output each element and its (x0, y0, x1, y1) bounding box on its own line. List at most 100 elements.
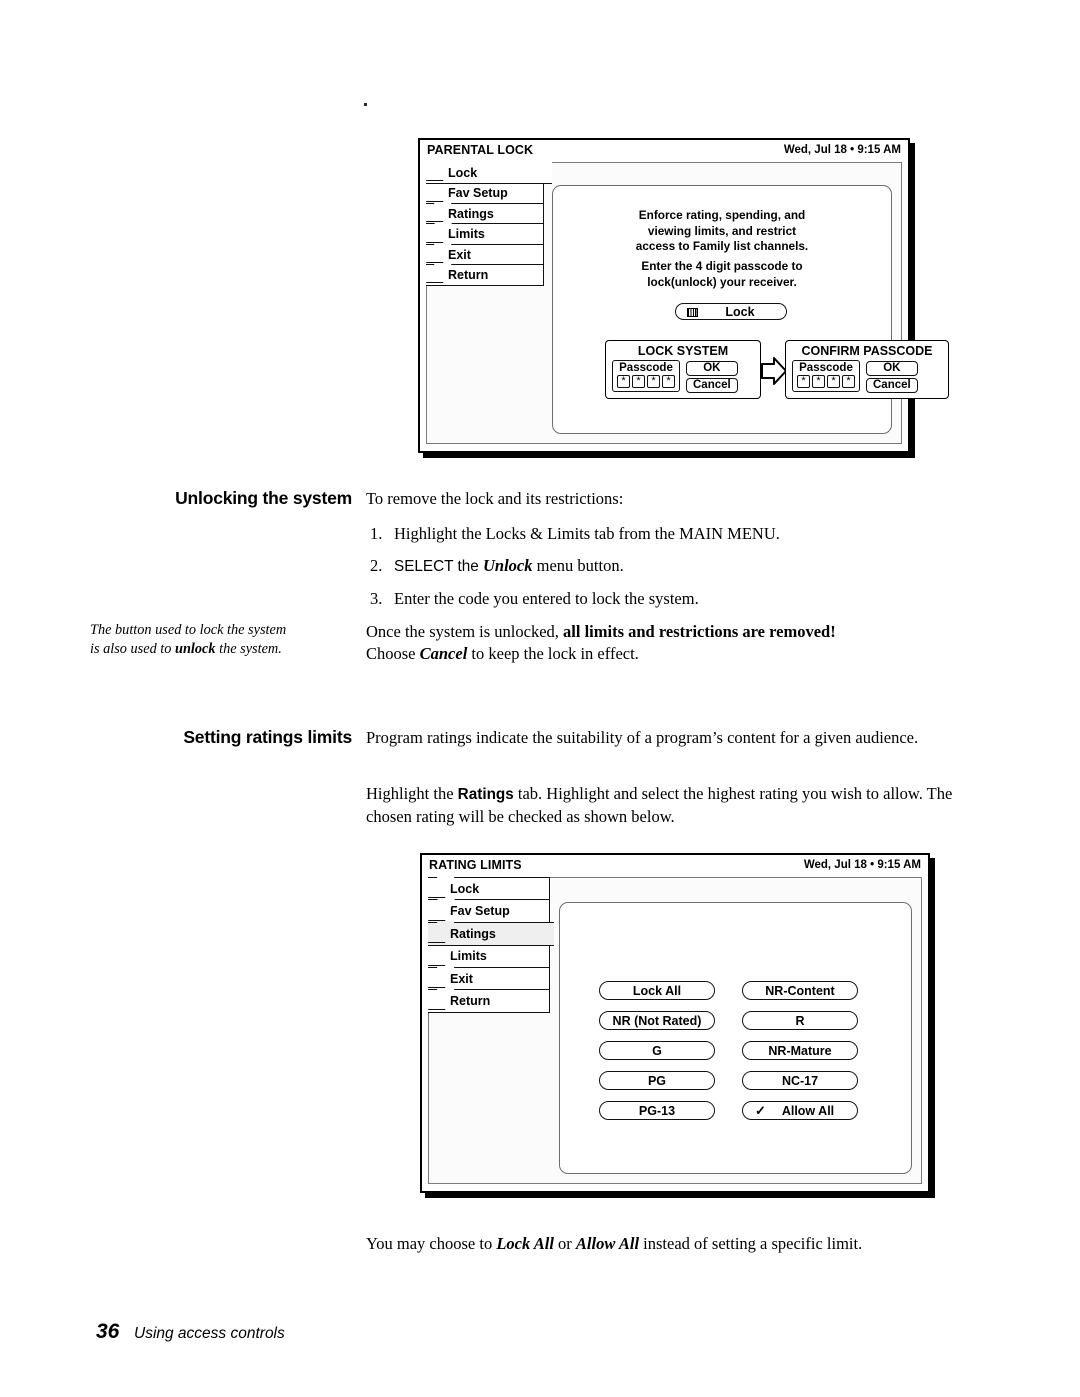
lock-system-ok-button[interactable]: OK (686, 361, 738, 376)
sidebar-item-ratings-2[interactable]: Ratings (428, 921, 554, 946)
rating-button-nc-17-label: NC-17 (781, 1073, 819, 1088)
closing-note-italic-allow-all: Allow All (575, 1234, 640, 1253)
sidebar-item-ratings-label: Ratings (448, 206, 494, 221)
step-2-number: 2. (370, 556, 383, 575)
rating-button-lock-all[interactable]: Lock All (599, 981, 715, 1000)
sidebar-item-return[interactable]: Return (426, 264, 544, 287)
confirm-passcode-label: Passcode (799, 362, 853, 374)
confirm-passcode-digit-3[interactable]: * (827, 375, 840, 388)
description-line-2: viewing limits, and restrict (647, 223, 797, 238)
lock-system-dialog-title: LOCK SYSTEM (637, 344, 729, 358)
parental-lock-body: Lock Fav Setup Ratings Limits Exit Retur… (426, 162, 949, 444)
parental-lock-title: PARENTAL LOCK (427, 143, 534, 157)
lock-system-passcode-boxes[interactable]: * * * * (617, 375, 675, 388)
lock-system-dialog-body: Passcode * * * * OK Cancel (612, 360, 738, 393)
rating-button-pg-13[interactable]: PG-13 (599, 1101, 715, 1120)
sidebar-item-limits-2-label: Limits (450, 949, 487, 964)
confirm-passcode-dialog: CONFIRM PASSCODE Passcode * * * * OK Can (785, 340, 949, 399)
margin-note-line-2: is also used to unlock the system. (90, 640, 345, 659)
description-line-1: Enforce rating, spending, and (638, 208, 806, 222)
sidebar-item-fav-setup-2-label: Fav Setup (450, 904, 510, 919)
step-1-text-pre: Highlight the (394, 524, 486, 543)
sidebar-item-fav-setup-label: Fav Setup (448, 186, 508, 201)
outro-text-pre: Once the system is unlocked, (366, 622, 564, 641)
sidebar-item-ratings[interactable]: Ratings (426, 202, 544, 225)
rating-button-pg-13-label: PG-13 (638, 1103, 676, 1118)
step-1-number: 1. (370, 524, 383, 543)
parental-lock-passcode-instructions: Enter the 4 digit passcode to lock(unloc… (553, 259, 891, 290)
unlocking-step-1: 1. Highlight the Locks & Limits tab from … (370, 523, 970, 545)
description-line-4: Enter the 4 digit passcode to (641, 259, 803, 273)
sidebar-item-limits[interactable]: Limits (426, 223, 544, 246)
rating-button-r-label: R (795, 1013, 805, 1028)
lock-system-passcode-label: Passcode (619, 362, 673, 374)
sidebar-item-return-2[interactable]: Return (428, 989, 550, 1014)
confirm-passcode-digit-2[interactable]: * (812, 375, 825, 388)
passcode-digit-1[interactable]: * (617, 375, 630, 388)
scan-artifact-dot (364, 103, 367, 106)
rating-limits-screen: RATING LIMITS Wed, Jul 18 • 9:15 AM Lock… (420, 853, 930, 1193)
confirm-passcode-cancel-button[interactable]: Cancel (866, 378, 918, 393)
unlocking-outro-line-2: Choose Cancel to keep the lock in effect… (366, 643, 986, 665)
checkmark-icon: ✓ (755, 1103, 766, 1118)
sidebar-item-exit-label: Exit (448, 247, 471, 262)
unlocking-intro-text: To remove the lock and its restrictions: (366, 489, 624, 508)
unlocking-intro: To remove the lock and its restrictions: (366, 488, 976, 510)
rating-button-nr-content[interactable]: NR-Content (742, 981, 858, 1000)
step-1-bold-main-menu: MAIN MENU (679, 524, 776, 543)
passcode-digit-4[interactable]: * (662, 375, 675, 388)
rating-button-allow-all-label: Allow All (781, 1103, 835, 1118)
passcode-digit-2[interactable]: * (632, 375, 645, 388)
confirm-passcode-digit-4[interactable]: * (842, 375, 855, 388)
closing-note-italic-lock-all: Lock All (496, 1234, 554, 1253)
step-3-text: Enter the code you entered to lock the s… (394, 589, 699, 608)
sidebar-item-lock-2-label: Lock (450, 882, 480, 896)
unlocking-outro-line-1: Once the system is unlocked, all limits … (366, 621, 986, 643)
step-2-text-pre: SELECT the (394, 558, 483, 575)
unlock-margin-note: The button used to lock the system is al… (90, 621, 345, 659)
confirm-passcode-digit-1[interactable]: * (797, 375, 810, 388)
description-line-5: lock(unlock) your receiver. (647, 274, 797, 289)
ratings-section-heading: Setting ratings limits (183, 727, 352, 747)
confirm-passcode-ok-button[interactable]: OK (866, 361, 918, 376)
ratings-paragraph-2-pre: Highlight the (366, 784, 458, 803)
sidebar-item-limits-label: Limits (448, 227, 485, 242)
sidebar-item-lock[interactable]: Lock (426, 162, 552, 184)
confirm-passcode-group[interactable]: Passcode * * * * (792, 360, 860, 392)
rating-button-pg[interactable]: PG (599, 1071, 715, 1090)
footer-section-label: Using access controls (134, 1325, 285, 1342)
ratings-paragraph-1-text: Program ratings indicate the suitability… (366, 728, 919, 747)
rating-button-nr-not-rated-label: NR (Not Rated) (612, 1013, 702, 1028)
rating-button-nr-not-rated[interactable]: NR (Not Rated) (599, 1011, 715, 1030)
sidebar-item-limits-2[interactable]: Limits (428, 944, 550, 969)
lock-system-dialog: LOCK SYSTEM Passcode * * * * OK Cancel (605, 340, 761, 399)
lock-button[interactable]: Lock (675, 303, 787, 320)
sidebar-item-fav-setup-2[interactable]: Fav Setup (428, 899, 550, 924)
rating-button-nc-17[interactable]: NC-17 (742, 1071, 858, 1090)
outro-bold-limits-removed: all limits and restrictions are removed! (563, 622, 836, 641)
step-2-text-post: menu button. (532, 556, 624, 575)
rating-button-nr-mature[interactable]: NR-Mature (742, 1041, 858, 1060)
sidebar-item-ratings-2-label: Ratings (450, 926, 496, 941)
flow-arrow-icon (761, 356, 787, 386)
sidebar-item-lock-2[interactable]: Lock (428, 877, 550, 901)
outro-line2-post: to keep the lock in effect. (467, 644, 639, 663)
rating-limits-content-panel: Lock All NR (Not Rated) G PG PG-13 NR-Co… (559, 902, 912, 1174)
rating-limits-body: Lock Fav Setup Ratings Limits Exit Retur… (428, 877, 922, 1184)
step-1-text-post: . (775, 524, 780, 543)
unlocking-step-2: 2. SELECT the Unlock menu button. (370, 555, 970, 578)
confirm-passcode-dialog-title: CONFIRM PASSCODE (801, 344, 933, 358)
rating-button-g-label: G (652, 1043, 662, 1058)
description-line-3: access to Family list channels. (635, 239, 809, 253)
passcode-digit-3[interactable]: * (647, 375, 660, 388)
rating-button-g[interactable]: G (599, 1041, 715, 1060)
confirm-passcode-dialog-body: Passcode * * * * OK Cancel (792, 360, 918, 393)
lock-system-cancel-button[interactable]: Cancel (686, 378, 738, 393)
lock-system-passcode-group[interactable]: Passcode * * * * (612, 360, 680, 392)
rating-button-allow-all[interactable]: ✓ Allow All (742, 1101, 858, 1120)
parental-lock-titlebar: PARENTAL LOCK Wed, Jul 18 • 9:15 AM (420, 140, 908, 160)
lock-system-button-column: OK Cancel (686, 360, 738, 393)
confirm-passcode-boxes[interactable]: * * * * (797, 375, 855, 388)
rating-button-r[interactable]: R (742, 1011, 858, 1030)
lock-icon (687, 308, 698, 317)
